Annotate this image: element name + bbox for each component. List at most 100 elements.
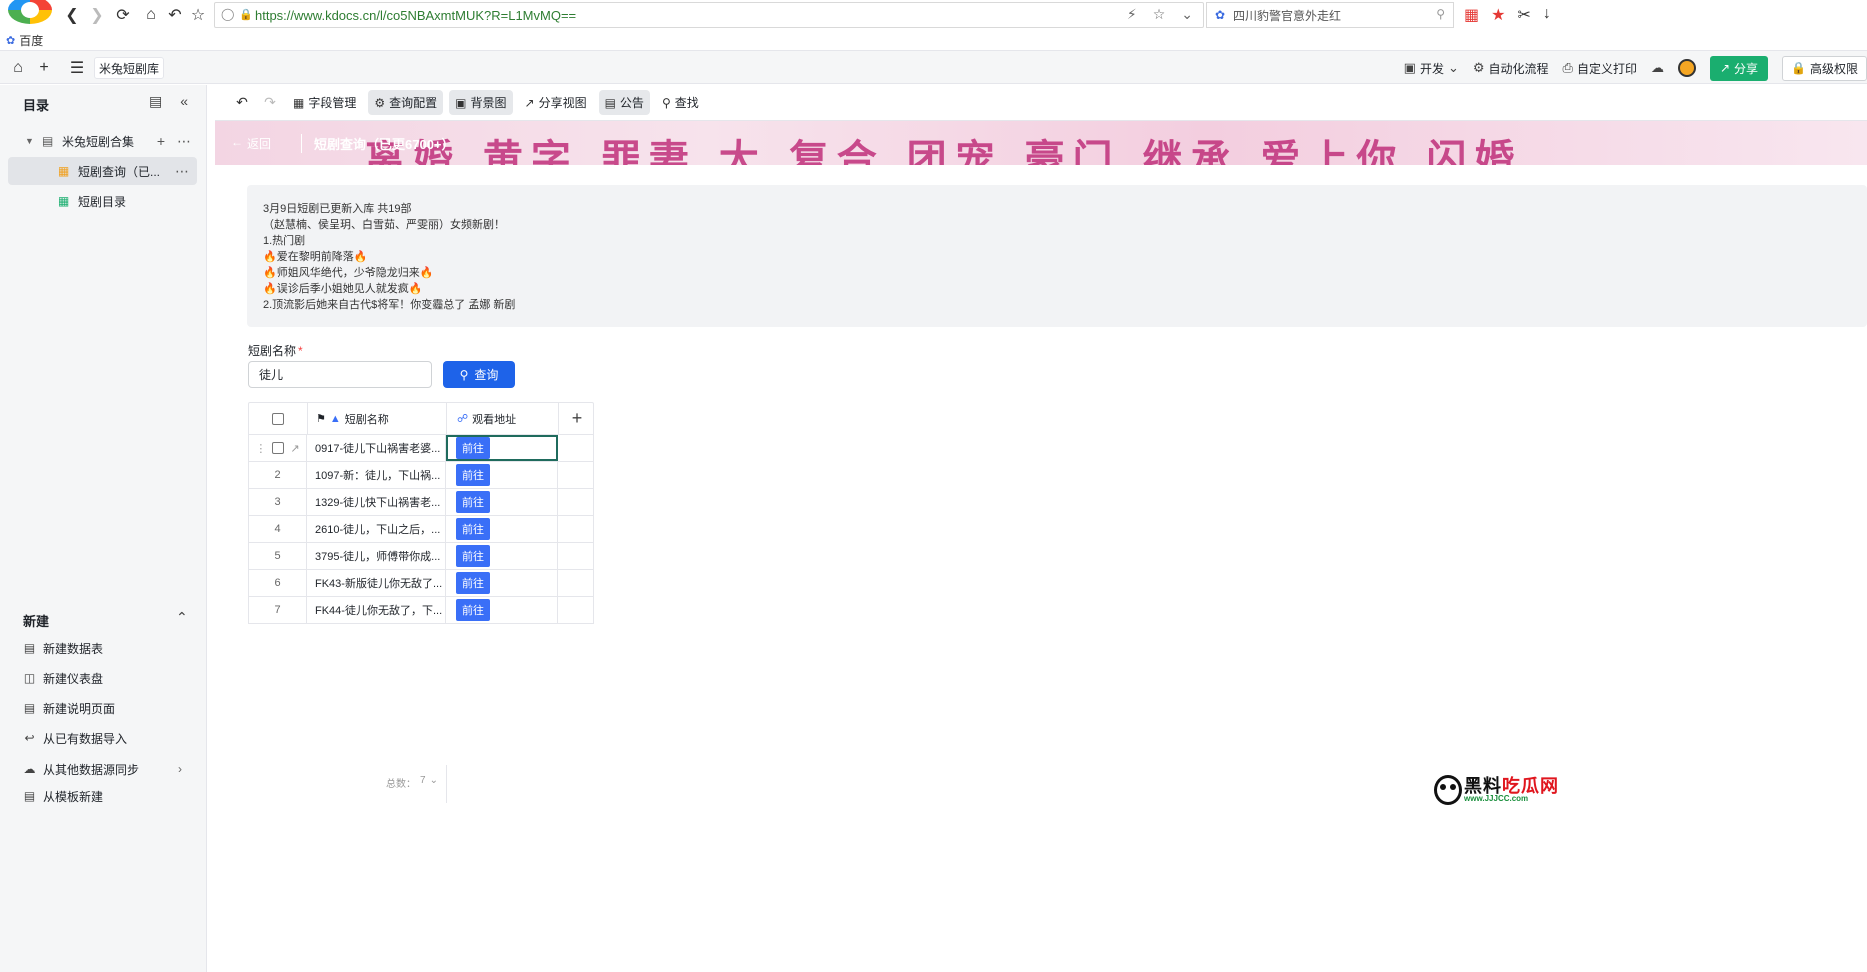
home-icon[interactable]: ⌂ <box>7 57 29 79</box>
share-view-button[interactable]: ↗ 分享视图 <box>519 90 593 115</box>
table-row[interactable]: 6 FK43-新版徒儿你无敌了... 前往 <box>248 570 594 597</box>
drama-name-cell[interactable]: 3795-徒儿，师傅带你成... <box>307 543 446 569</box>
undo-icon[interactable]: ↶ <box>164 4 186 26</box>
caret-down-icon[interactable]: ▼ <box>25 136 34 146</box>
go-button[interactable]: 前往 <box>456 437 490 459</box>
lightning-icon[interactable]: ⚡ <box>1127 6 1137 23</box>
expand-icon[interactable]: ↗ <box>290 442 299 455</box>
query-config-label: 查询配置 <box>389 96 438 110</box>
url-cell[interactable]: 前往 <box>446 543 558 569</box>
address-bar[interactable]: ◯ 🔒 https://www.kdocs.cn/l/co5NBAxmtMUK?… <box>214 2 1204 28</box>
url-cell[interactable]: 前往 <box>446 462 558 488</box>
table-row[interactable]: 3 1329-徒儿快下山祸害老... 前往 <box>248 489 594 516</box>
doc-title-tab[interactable]: 米兔短剧库 <box>94 57 165 79</box>
favorite-icon[interactable]: ☆ <box>187 4 209 26</box>
drama-name-cell[interactable]: FK43-新版徒儿你无敌了... <box>307 570 446 596</box>
bookmark-baidu[interactable]: 百度 <box>19 32 43 49</box>
table-row[interactable]: 7 FK44-徒儿你无敌了，下... 前往 <box>248 597 594 624</box>
row-checkbox[interactable] <box>272 442 285 454</box>
download-icon[interactable]: ↓ <box>1543 5 1551 25</box>
url-cell[interactable]: 前往 <box>446 597 558 623</box>
record-count[interactable]: 总数： 7 ⌄ <box>386 775 438 790</box>
home-icon[interactable]: ⌂ <box>140 4 162 26</box>
url-cell[interactable]: 前往 <box>446 435 558 461</box>
chevron-down-icon[interactable]: ⌄ <box>1181 6 1193 23</box>
chevron-up-icon[interactable]: ⌃ <box>176 609 188 626</box>
menu-icon[interactable]: ☰ <box>66 57 88 79</box>
new-table-item[interactable]: ▤ 新建数据表 <box>23 638 103 658</box>
permission-button[interactable]: 🔒 高级权限 <box>1782 55 1867 81</box>
drama-name-input[interactable]: 徒儿 <box>248 361 432 388</box>
go-button[interactable]: 前往 <box>456 572 490 594</box>
template-item[interactable]: ▤ 从模板新建 <box>23 786 103 806</box>
redo-icon[interactable]: ↷ <box>259 94 281 111</box>
column-header-name[interactable]: ⚑ ▲ 短剧名称 <box>308 403 447 434</box>
more-icon[interactable]: ⋯ <box>177 133 191 150</box>
drama-name-cell[interactable]: 1329-徒儿快下山祸害老... <box>307 489 446 515</box>
automation-button[interactable]: ⚙ 自动化流程 <box>1473 60 1549 77</box>
drama-name-cell[interactable]: FK44-徒儿你无敌了，下... <box>307 597 446 623</box>
notice-button[interactable]: ▤ 公告 <box>598 90 650 115</box>
browser-search[interactable]: ✿ 四川豹警官意外走红 ⚲ <box>1206 2 1454 28</box>
table-row[interactable]: 2 1097-新：徒儿，下山祸... 前往 <box>248 462 594 489</box>
url-cell[interactable]: 前往 <box>446 489 558 515</box>
template-icon: ▤ <box>23 789 36 803</box>
extension-icons: ▦ ★ ✂ ↓ <box>1464 5 1551 25</box>
game-icon[interactable]: ★ <box>1491 5 1505 25</box>
search-icon[interactable]: ⚲ <box>1436 7 1445 21</box>
go-button[interactable]: 前往 <box>456 545 490 567</box>
background-button[interactable]: ▣ 背景图 <box>449 90 513 115</box>
go-button[interactable]: 前往 <box>456 599 490 621</box>
add-column-button[interactable]: + <box>559 403 595 434</box>
avatar[interactable] <box>1677 59 1696 77</box>
table-icon: ▤ <box>23 641 36 655</box>
field-manage-button[interactable]: ▦ 字段管理 <box>287 90 362 115</box>
drama-name-cell[interactable]: 1097-新：徒儿，下山祸... <box>307 462 446 488</box>
query-button[interactable]: ⚲ 查询 <box>443 361 515 388</box>
print-button[interactable]: ⎙ 自定义打印 <box>1563 60 1637 77</box>
go-button[interactable]: 前往 <box>456 464 490 486</box>
column-header-url[interactable]: ☍ 观看地址 <box>447 403 559 434</box>
tree-item-query[interactable]: ▦ 短剧查询（已... ⋯ <box>8 157 197 185</box>
apps-icon[interactable]: ▦ <box>1464 5 1479 25</box>
import-data-item[interactable]: ↩ 从已有数据导入 <box>23 728 127 748</box>
tree-item-catalog[interactable]: ▦ 短剧目录 <box>0 187 207 215</box>
row-select-cell[interactable]: ⋮ ↗ <box>248 435 307 461</box>
drama-name-cell[interactable]: 0917-徒儿下山祸害老婆... <box>307 435 446 461</box>
undo-icon[interactable]: ↶ <box>231 94 253 111</box>
sync-source-item[interactable]: ☁ 从其他数据源同步 › <box>23 759 183 779</box>
drag-handle-icon[interactable]: ⋮ <box>255 442 266 455</box>
url-cell[interactable]: 前往 <box>446 516 558 542</box>
share-button[interactable]: ↗ 分享 <box>1709 55 1769 81</box>
cloud-sync-icon[interactable]: ☁ <box>1651 60 1664 76</box>
lock-icon: 🔒 <box>239 9 253 21</box>
back-button[interactable]: ← 返回 <box>231 135 271 152</box>
site-watermark: 黑料吃瓜网 www.JJJCC.com <box>1434 770 1562 810</box>
select-all-checkbox[interactable] <box>272 412 284 425</box>
star-icon[interactable]: ☆ <box>1153 6 1166 23</box>
panel-icon[interactable]: ▤ <box>149 93 162 110</box>
add-icon[interactable]: + <box>157 133 165 150</box>
back-icon[interactable]: ❮ <box>61 4 83 26</box>
more-icon[interactable]: ⋯ <box>175 163 189 180</box>
scissors-icon[interactable]: ✂ <box>1517 5 1530 25</box>
find-button[interactable]: ⚲ 查找 <box>656 90 705 115</box>
new-doc-page-item[interactable]: ▤ 新建说明页面 <box>23 698 115 718</box>
arrow-left-icon: ← <box>231 135 243 149</box>
reload-icon[interactable]: ⟳ <box>112 4 134 26</box>
table-row[interactable]: 5 3795-徒儿，师傅带你成... 前往 <box>248 543 594 570</box>
url-cell[interactable]: 前往 <box>446 570 558 596</box>
table-row[interactable]: ⋮ ↗ 0917-徒儿下山祸害老婆... 前往 <box>248 435 594 462</box>
dev-menu[interactable]: ▣ 开发 ⌄ <box>1404 60 1459 77</box>
go-button[interactable]: 前往 <box>456 491 490 513</box>
tree-item-collection[interactable]: ▼ ▤ 米兔短剧合集 + ⋯ <box>0 127 207 155</box>
plus-icon[interactable]: + <box>33 57 55 79</box>
collapse-icon[interactable]: « <box>180 93 188 110</box>
table-row[interactable]: 4 2610-徒儿，下山之后，... 前往 <box>248 516 594 543</box>
select-all-cell[interactable] <box>249 403 308 434</box>
new-dashboard-item[interactable]: ◫ 新建仪表盘 <box>23 668 103 688</box>
go-button[interactable]: 前往 <box>456 518 490 540</box>
drama-name-cell[interactable]: 2610-徒儿，下山之后，... <box>307 516 446 542</box>
forward-icon[interactable]: ❯ <box>86 4 108 26</box>
query-config-button[interactable]: ⚙ 查询配置 <box>368 90 444 115</box>
